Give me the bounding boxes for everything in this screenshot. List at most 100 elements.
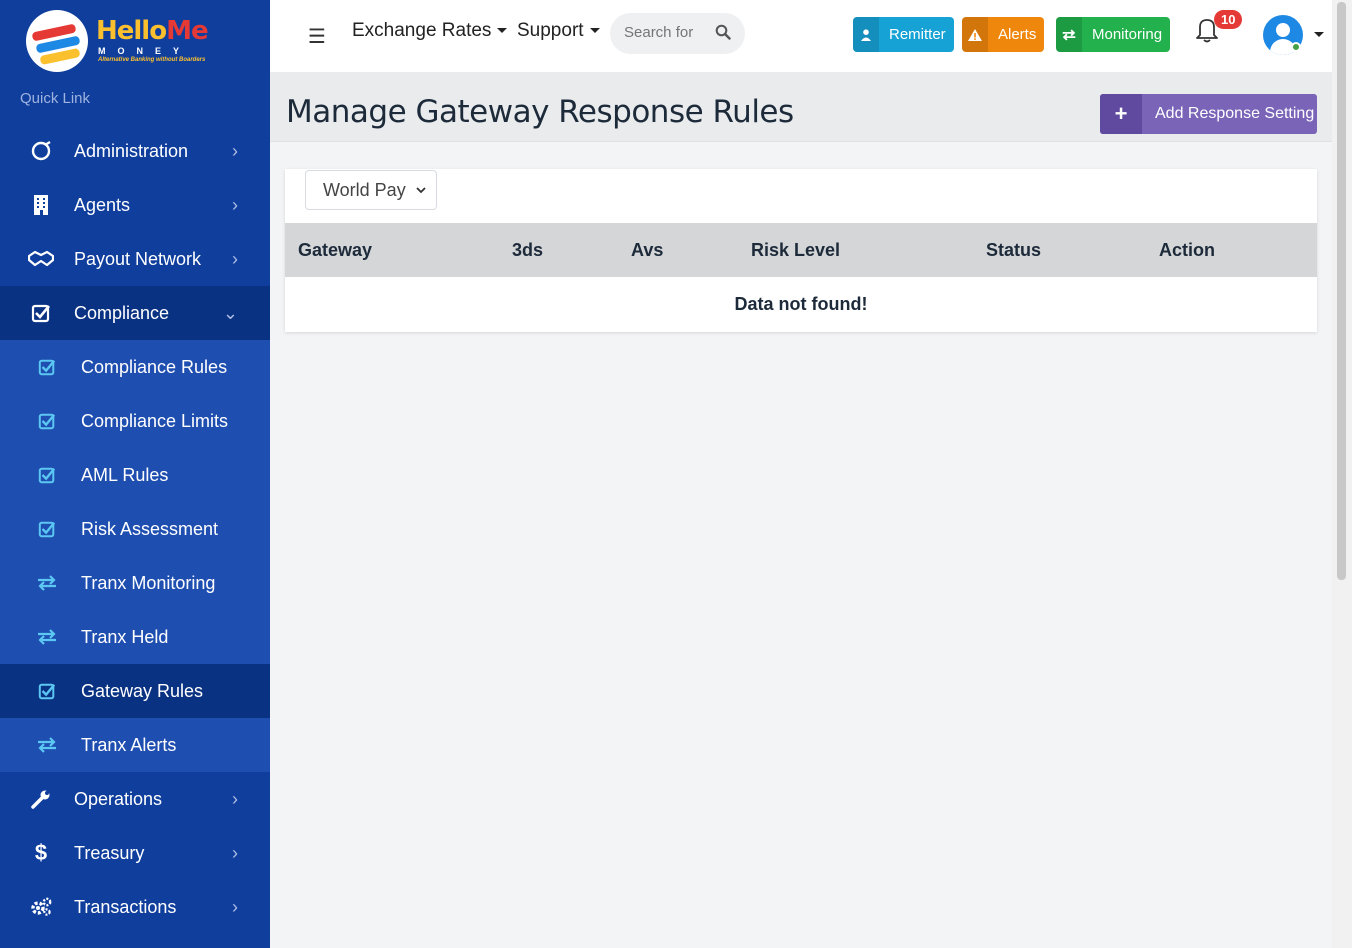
sidebar-item-compliance[interactable]: Compliance ⌄ — [0, 286, 270, 340]
column-header-risk-level[interactable]: Risk Level — [751, 240, 840, 261]
dollar-icon: $ — [34, 840, 48, 865]
check-square-icon — [36, 680, 58, 702]
rules-card: World Pay Gateway 3ds Avs Risk Level Sta… — [285, 169, 1317, 332]
brand-logo[interactable]: HelloMe MONEY Alternative Banking withou… — [0, 0, 270, 80]
check-square-icon — [36, 356, 58, 378]
exchange-rates-menu[interactable]: Exchange Rates — [352, 20, 508, 42]
chevron-right-icon: › — [232, 248, 238, 269]
chevron-down-icon: ⌄ — [222, 302, 238, 323]
support-label: Support — [517, 20, 584, 41]
logo-tagline: Alternative Banking without Boarders — [98, 57, 206, 63]
remitter-button[interactable]: Remitter — [853, 17, 954, 52]
sidebar-item-label: Risk Assessment — [81, 518, 219, 539]
compliance-submenu: Compliance Rules Compliance Limits AML R… — [0, 340, 270, 772]
sidebar-item-label: Transactions — [74, 896, 177, 917]
sidebar-item-risk-assessment[interactable]: Risk Assessment — [0, 502, 270, 556]
page-title: Manage Gateway Response Rules — [286, 94, 794, 130]
hamburger-menu-icon[interactable]: ☰ — [308, 24, 326, 49]
cogs-icon — [28, 894, 54, 920]
alerts-label: Alerts — [998, 26, 1037, 43]
sidebar-item-label: Agents — [74, 194, 131, 215]
support-menu[interactable]: Support — [517, 20, 600, 42]
column-header-status[interactable]: Status — [986, 240, 1041, 261]
add-response-setting-label: Add Response Setting — [1155, 105, 1315, 122]
sidebar-item-label: Payout Network — [74, 248, 202, 269]
monitoring-button[interactable]: Monitoring — [1056, 17, 1171, 52]
sidebar-item-aml-rules[interactable]: AML Rules — [0, 448, 270, 502]
sidebar-item-label: Tranx Held — [81, 626, 169, 647]
table-header: Gateway 3ds Avs Risk Level Status Action — [285, 223, 1317, 277]
exchange-icon — [1056, 17, 1082, 52]
chevron-down-icon — [416, 187, 426, 194]
sidebar-nav: Administration › Agents › Payout Network… — [0, 124, 270, 934]
wrench-icon — [28, 786, 54, 812]
exchange-rates-label: Exchange Rates — [352, 20, 492, 41]
sidebar-item-tranx-monitoring[interactable]: Tranx Monitoring — [0, 556, 270, 610]
compass-icon — [28, 138, 54, 164]
online-status-dot — [1291, 42, 1301, 52]
sidebar-item-administration[interactable]: Administration › — [0, 124, 270, 178]
sidebar-item-tranx-alerts[interactable]: Tranx Alerts — [0, 718, 270, 772]
sidebar-item-label: Compliance Rules — [81, 356, 228, 377]
sidebar-item-operations[interactable]: Operations › — [0, 772, 270, 826]
sidebar-item-label: AML Rules — [81, 464, 169, 485]
caret-down-icon — [589, 28, 600, 34]
handshake-icon — [28, 246, 54, 272]
chevron-right-icon: › — [232, 194, 238, 215]
chevron-right-icon: › — [232, 140, 238, 161]
sidebar-item-label: Gateway Rules — [81, 680, 204, 701]
column-header-3ds[interactable]: 3ds — [512, 240, 543, 261]
check-square-icon — [36, 410, 58, 432]
sidebar-item-label: Operations — [74, 788, 163, 809]
check-square-icon — [28, 300, 54, 326]
sidebar-item-label: Treasury — [74, 842, 145, 863]
sidebar-item-transactions[interactable]: Transactions › — [0, 880, 270, 934]
gateway-select-value: World Pay — [323, 179, 406, 200]
quick-link-heading: Quick Link — [20, 90, 91, 107]
page-header: Manage Gateway Response Rules + Add Resp… — [270, 72, 1332, 142]
sidebar-item-label: Tranx Monitoring — [81, 572, 216, 593]
gateway-select[interactable]: World Pay — [305, 170, 437, 210]
column-header-action[interactable]: Action — [1159, 240, 1215, 261]
sidebar-item-tranx-held[interactable]: Tranx Held — [0, 610, 270, 664]
sidebar-item-agents[interactable]: Agents › — [0, 178, 270, 232]
column-header-avs[interactable]: Avs — [631, 240, 663, 261]
sidebar-item-compliance-limits[interactable]: Compliance Limits — [0, 394, 270, 448]
check-square-icon — [36, 464, 58, 486]
logo-wordmark: HelloMe — [96, 16, 209, 46]
top-navbar: ☰ Exchange Rates Support Remitter Alerts… — [270, 0, 1352, 72]
notification-count-badge: 10 — [1214, 10, 1243, 29]
warning-icon — [962, 17, 988, 52]
sidebar-item-payout-network[interactable]: Payout Network › — [0, 232, 270, 286]
page-scrollbar[interactable] — [1332, 0, 1352, 948]
column-header-gateway[interactable]: Gateway — [298, 240, 372, 261]
monitoring-label: Monitoring — [1092, 26, 1163, 43]
remitter-label: Remitter — [889, 26, 946, 43]
logo-money-text: MONEY — [98, 46, 192, 56]
exchange-icon — [36, 572, 58, 594]
exchange-icon — [36, 626, 58, 648]
chevron-right-icon: › — [232, 842, 238, 863]
search-icon[interactable] — [715, 24, 731, 40]
search-box — [610, 13, 745, 54]
sidebar-item-treasury[interactable]: $ Treasury › — [0, 826, 270, 880]
sidebar-item-label: Tranx Alerts — [81, 734, 177, 755]
alerts-button[interactable]: Alerts — [962, 17, 1045, 52]
chevron-right-icon: › — [232, 896, 238, 917]
user-menu-caret-icon[interactable] — [1314, 32, 1324, 37]
scrollbar-thumb[interactable] — [1337, 2, 1346, 580]
sidebar-item-gateway-rules[interactable]: Gateway Rules — [0, 664, 270, 718]
user-icon — [853, 17, 879, 52]
sidebar-item-compliance-rules[interactable]: Compliance Rules — [0, 340, 270, 394]
empty-state-message: Data not found! — [734, 294, 868, 314]
sidebar-item-label: Compliance — [74, 302, 170, 323]
chevron-right-icon: › — [232, 788, 238, 809]
plus-icon: + — [1100, 94, 1142, 134]
search-input[interactable] — [624, 24, 694, 41]
exchange-icon — [36, 734, 58, 756]
sidebar-item-label: Compliance Limits — [81, 410, 229, 431]
building-icon — [28, 192, 54, 218]
sidebar: HelloMe MONEY Alternative Banking withou… — [0, 0, 270, 948]
add-response-setting-button[interactable]: + Add Response Setting — [1100, 94, 1317, 134]
logo-emblem-icon — [26, 10, 88, 72]
